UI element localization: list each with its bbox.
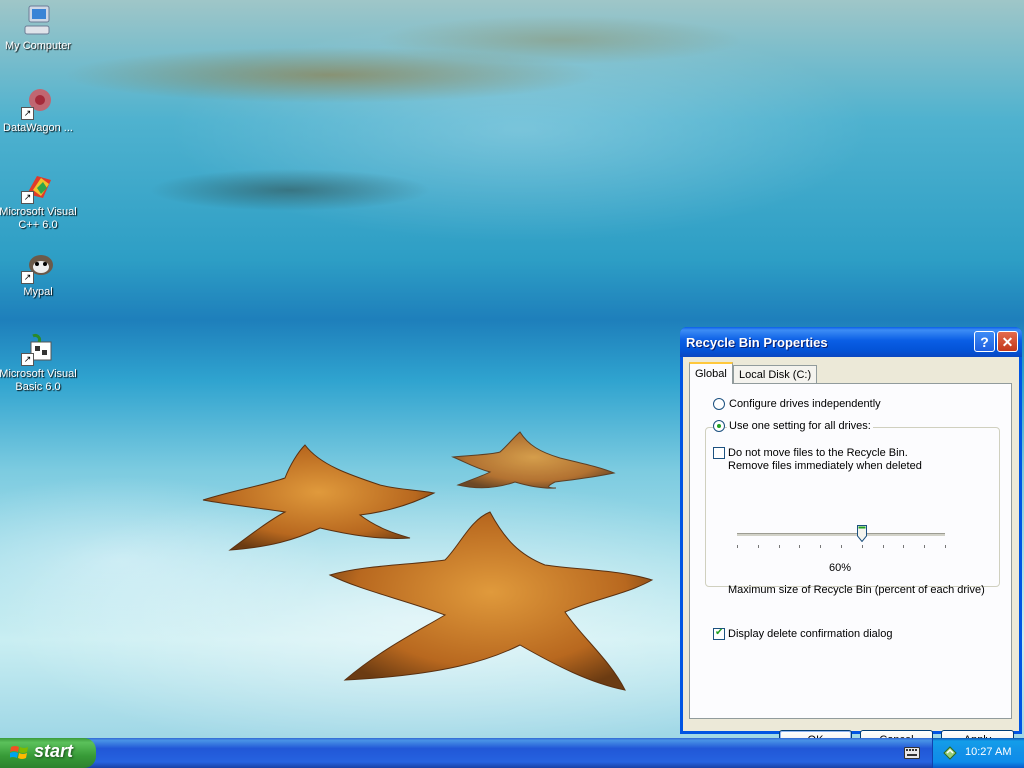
desktop-icon-label: Mypal <box>23 286 53 298</box>
shortcut-arrow-icon: ↗ <box>21 191 34 204</box>
configure-independently-radio[interactable] <box>713 398 725 410</box>
do-not-move-sublabel: Remove files immediately when deleted <box>728 460 922 472</box>
tab-label: Local Disk (C:) <box>739 369 812 381</box>
recycle-bin-size-slider-thumb[interactable] <box>856 525 867 542</box>
desktop-icon-label: Microsoft Visual C++ 6.0 <box>0 206 77 231</box>
start-label: start <box>34 741 74 761</box>
keyboard-icon[interactable] <box>904 747 920 759</box>
tab-label: Global <box>695 368 727 380</box>
slider-percent-label: 60% <box>829 562 852 574</box>
slider-tick <box>945 545 946 548</box>
recycle-tray-icon[interactable] <box>942 745 958 761</box>
slider-tick <box>758 545 759 548</box>
mypal-shortcut-icon: ↗ <box>21 250 55 284</box>
desktop-icon-visual-basic[interactable]: ↗ Microsoft Visual Basic 6.0 <box>0 332 80 394</box>
shortcut-arrow-icon: ↗ <box>21 353 34 366</box>
system-tray: 10:27 AM <box>932 738 1024 768</box>
slider-tick <box>799 545 800 548</box>
recycle-bin-properties-window: Recycle Bin Properties ? ✕ Global Local … <box>680 327 1022 751</box>
do-not-move-checkbox[interactable] <box>713 447 725 459</box>
start-button[interactable]: start <box>0 738 96 768</box>
desktop-icon-label: DataWagon ... <box>3 122 73 134</box>
recycle-bin-size-slider-track[interactable] <box>737 533 945 536</box>
slider-tick <box>883 545 884 548</box>
computer-icon <box>21 4 55 38</box>
slider-tick <box>737 545 738 548</box>
visual-basic-shortcut-icon: ↗ <box>21 332 55 366</box>
configure-independently-label[interactable]: Configure drives independently <box>729 398 881 410</box>
slider-tick <box>841 545 842 548</box>
help-button[interactable]: ? <box>974 331 995 352</box>
close-button[interactable]: ✕ <box>997 331 1018 352</box>
slider-tick <box>924 545 925 548</box>
desktop-icon-datawagon[interactable]: ↗ DataWagon ... <box>0 86 80 135</box>
tab-local-disk-c[interactable]: Local Disk (C:) <box>733 365 818 383</box>
display-confirmation-label[interactable]: Display delete confirmation dialog <box>728 628 892 640</box>
desktop-icon-label: My Computer <box>4 40 72 52</box>
one-setting-label[interactable]: Use one setting for all drives: <box>727 420 873 432</box>
display-confirmation-checkbox[interactable] <box>713 627 725 640</box>
slider-caption: Maximum size of Recycle Bin (percent of … <box>728 584 985 596</box>
datawagon-shortcut-icon: ↗ <box>21 86 55 120</box>
desktop-icon-my-computer[interactable]: My Computer <box>0 4 80 53</box>
tab-global[interactable]: Global <box>689 362 733 384</box>
slider-tick <box>862 545 863 548</box>
taskbar: start 10:27 AM <box>0 738 1024 768</box>
slider-tick <box>779 545 780 548</box>
help-icon: ? <box>980 334 989 350</box>
slider-tick <box>903 545 904 548</box>
slider-tick <box>820 545 821 548</box>
dialog-client-area: Global Local Disk (C:) Configure drives … <box>683 357 1019 751</box>
shortcut-arrow-icon: ↗ <box>21 271 34 284</box>
one-setting-radio[interactable] <box>713 420 725 432</box>
desktop-icon-visual-cpp[interactable]: ↗ Microsoft Visual C++ 6.0 <box>0 170 80 232</box>
do-not-move-label[interactable]: Do not move files to the Recycle Bin. <box>728 447 908 459</box>
title-bar[interactable]: Recycle Bin Properties ? ✕ <box>680 327 1022 357</box>
windows-logo-icon <box>10 746 28 759</box>
shortcut-arrow-icon: ↗ <box>21 107 34 120</box>
desktop-icon-mypal[interactable]: ↗ Mypal <box>0 250 80 299</box>
window-title: Recycle Bin Properties <box>686 335 828 350</box>
global-tab-page: Configure drives independently Use one s… <box>689 383 1012 719</box>
visual-cpp-shortcut-icon: ↗ <box>21 170 55 204</box>
close-icon: ✕ <box>1001 334 1014 350</box>
desktop-icon-label: Microsoft Visual Basic 6.0 <box>0 368 77 393</box>
clock[interactable]: 10:27 AM <box>965 746 1011 758</box>
